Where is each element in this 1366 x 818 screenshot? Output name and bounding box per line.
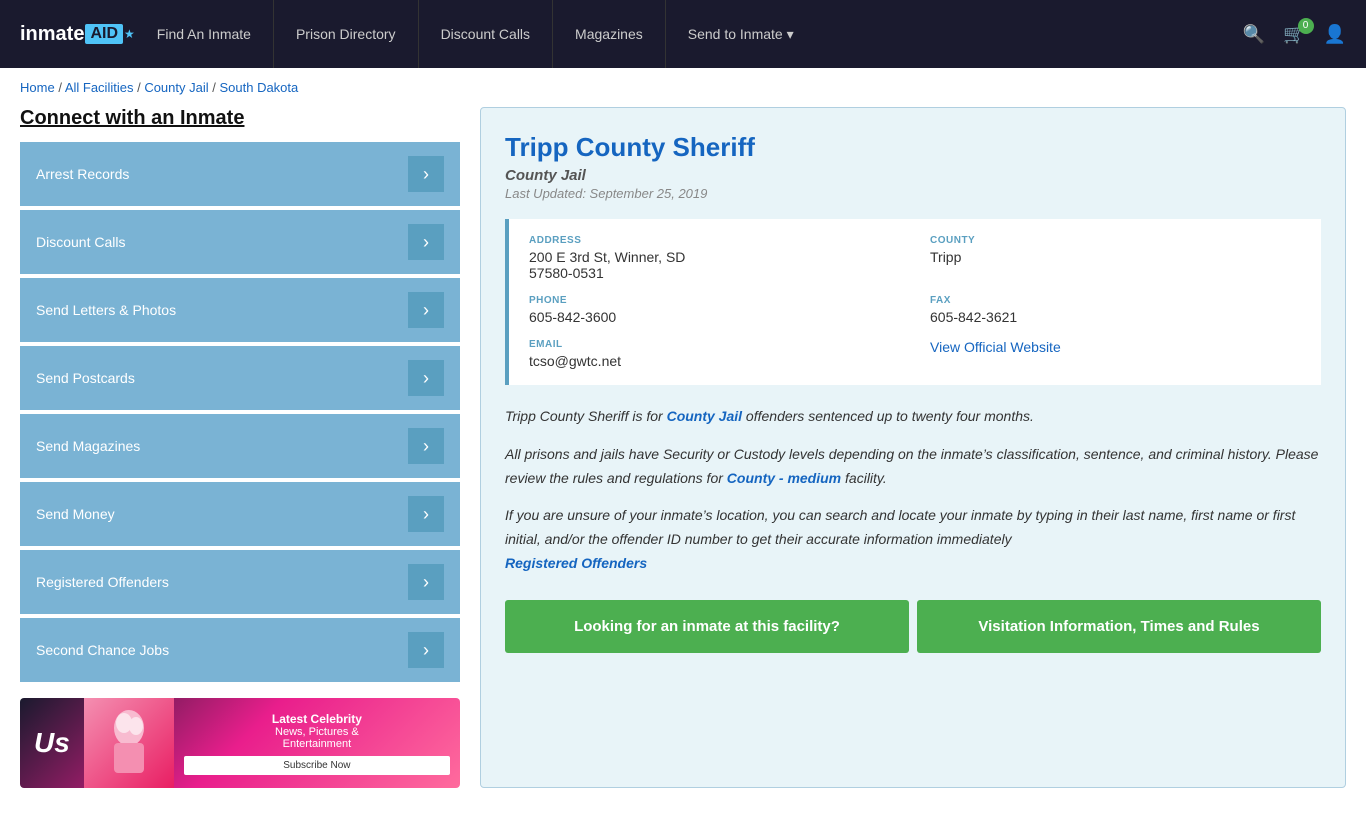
- user-icon[interactable]: 👤: [1324, 24, 1346, 45]
- sidebar-title: Connect with an Inmate: [20, 107, 460, 130]
- desc2-end: facility.: [841, 470, 887, 486]
- sidebar-discount-calls[interactable]: Discount Calls ›: [20, 210, 460, 274]
- nav-send-to-inmate[interactable]: Send to Inmate ▾: [666, 0, 816, 68]
- sidebar-arrow-icon: ›: [408, 496, 444, 532]
- sidebar-send-magazines-label: Send Magazines: [36, 438, 140, 454]
- cart-container[interactable]: 🛒 0: [1283, 24, 1305, 45]
- address-line2: 57580-0531: [529, 265, 900, 281]
- cta-find-inmate[interactable]: Looking for an inmate at this facility?: [505, 600, 909, 653]
- sidebar-send-letters-label: Send Letters & Photos: [36, 302, 176, 318]
- website-group: View Official Website: [930, 339, 1301, 369]
- nav-discount-calls[interactable]: Discount Calls: [419, 0, 553, 68]
- breadcrumb: Home / All Facilities / County Jail / So…: [0, 68, 1366, 107]
- phone-value: 605-842-3600: [529, 309, 900, 325]
- nav-magazines[interactable]: Magazines: [553, 0, 666, 68]
- desc3-text: If you are unsure of your inmate’s locat…: [505, 507, 1295, 547]
- sidebar: Connect with an Inmate Arrest Records › …: [20, 107, 460, 788]
- nav-links: Find An Inmate Prison Directory Discount…: [135, 0, 1243, 68]
- facility-info-box: ADDRESS 200 E 3rd St, Winner, SD 57580-0…: [505, 219, 1321, 385]
- cta-buttons: Looking for an inmate at this facility? …: [505, 600, 1321, 653]
- sidebar-arrow-icon: ›: [408, 360, 444, 396]
- cta-visitation-info[interactable]: Visitation Information, Times and Rules: [917, 600, 1321, 653]
- cart-badge-count: 0: [1298, 18, 1314, 34]
- sidebar-second-chance-jobs[interactable]: Second Chance Jobs ›: [20, 618, 460, 682]
- website-link[interactable]: View Official Website: [930, 339, 1061, 355]
- sidebar-second-chance-jobs-label: Second Chance Jobs: [36, 642, 169, 658]
- sidebar-arrow-icon: ›: [408, 224, 444, 260]
- sidebar-arrest-records[interactable]: Arrest Records ›: [20, 142, 460, 206]
- desc1-end: offenders sentenced up to twenty four mo…: [742, 408, 1034, 424]
- sidebar-advertisement[interactable]: Us Latest Celebrity News, Pictures & Ent…: [20, 698, 460, 788]
- ad-sub2: Entertainment: [283, 738, 351, 750]
- desc1-bold: County Jail: [667, 408, 742, 424]
- facility-content: Tripp County Sheriff County Jail Last Up…: [480, 107, 1346, 788]
- logo-star-icon: ★: [124, 27, 135, 41]
- email-label: EMAIL: [529, 339, 900, 350]
- nav-find-inmate[interactable]: Find An Inmate: [135, 0, 274, 68]
- sidebar-registered-offenders-label: Registered Offenders: [36, 574, 169, 590]
- logo[interactable]: inmate AID ★: [20, 23, 135, 46]
- breadcrumb-county-jail[interactable]: County Jail: [144, 80, 208, 95]
- breadcrumb-home[interactable]: Home: [20, 80, 55, 95]
- facility-last-updated: Last Updated: September 25, 2019: [505, 186, 1321, 201]
- phone-label: PHONE: [529, 295, 900, 306]
- desc2-link[interactable]: County - medium: [727, 470, 841, 486]
- county-group: COUNTY Tripp: [930, 235, 1301, 281]
- sidebar-send-money[interactable]: Send Money ›: [20, 482, 460, 546]
- address-line1: 200 E 3rd St, Winner, SD: [529, 249, 900, 265]
- email-group: EMAIL tcso@gwtc.net: [529, 339, 900, 369]
- ad-headline: Latest Celebrity: [272, 712, 362, 726]
- fax-value: 605-842-3621: [930, 309, 1301, 325]
- sidebar-send-postcards-label: Send Postcards: [36, 370, 135, 386]
- facility-type: County Jail: [505, 167, 1321, 184]
- description-3: If you are unsure of your inmate’s locat…: [505, 504, 1321, 575]
- ad-image: [84, 698, 174, 788]
- main-container: Connect with an Inmate Arrest Records › …: [0, 107, 1366, 818]
- address-label: ADDRESS: [529, 235, 900, 246]
- sidebar-arrow-icon: ›: [408, 632, 444, 668]
- sidebar-arrest-records-label: Arrest Records: [36, 166, 129, 182]
- breadcrumb-state[interactable]: South Dakota: [219, 80, 298, 95]
- description-2: All prisons and jails have Security or C…: [505, 443, 1321, 491]
- phone-group: PHONE 605-842-3600: [529, 295, 900, 325]
- breadcrumb-all-facilities[interactable]: All Facilities: [65, 80, 134, 95]
- logo-aid-text: AID: [85, 24, 123, 44]
- sidebar-arrow-icon: ›: [408, 428, 444, 464]
- description-1: Tripp County Sheriff is for County Jail …: [505, 405, 1321, 429]
- sidebar-send-magazines[interactable]: Send Magazines ›: [20, 414, 460, 478]
- email-value: tcso@gwtc.net: [529, 353, 900, 369]
- registered-offenders-link[interactable]: Registered Offenders: [505, 555, 647, 571]
- ad-subscribe-btn[interactable]: Subscribe Now: [184, 756, 450, 775]
- sidebar-arrow-icon: ›: [408, 156, 444, 192]
- nav-right: 🔍 🛒 0 👤: [1243, 24, 1346, 45]
- ad-text-block: Latest Celebrity News, Pictures & Entert…: [174, 702, 460, 785]
- facility-title: Tripp County Sheriff: [505, 132, 1321, 163]
- sidebar-arrow-icon: ›: [408, 564, 444, 600]
- sidebar-arrow-icon: ›: [408, 292, 444, 328]
- fax-group: FAX 605-842-3621: [930, 295, 1301, 325]
- sidebar-discount-calls-label: Discount Calls: [36, 234, 125, 250]
- search-icon[interactable]: 🔍: [1243, 24, 1265, 45]
- desc1-text: Tripp County Sheriff is for: [505, 408, 667, 424]
- sidebar-registered-offenders[interactable]: Registered Offenders ›: [20, 550, 460, 614]
- fax-label: FAX: [930, 295, 1301, 306]
- navigation: inmate AID ★ Find An Inmate Prison Direc…: [0, 0, 1366, 68]
- nav-prison-directory[interactable]: Prison Directory: [274, 0, 419, 68]
- sidebar-send-postcards[interactable]: Send Postcards ›: [20, 346, 460, 410]
- logo-inmate-text: inmate: [20, 23, 84, 46]
- county-value: Tripp: [930, 249, 1301, 265]
- sidebar-send-letters[interactable]: Send Letters & Photos ›: [20, 278, 460, 342]
- sidebar-send-money-label: Send Money: [36, 506, 115, 522]
- ad-sub1: News, Pictures &: [275, 726, 359, 738]
- address-group: ADDRESS 200 E 3rd St, Winner, SD 57580-0…: [529, 235, 900, 281]
- desc2-text: All prisons and jails have Security or C…: [505, 446, 1318, 486]
- ad-logo-text: Us: [20, 717, 84, 769]
- county-label: COUNTY: [930, 235, 1301, 246]
